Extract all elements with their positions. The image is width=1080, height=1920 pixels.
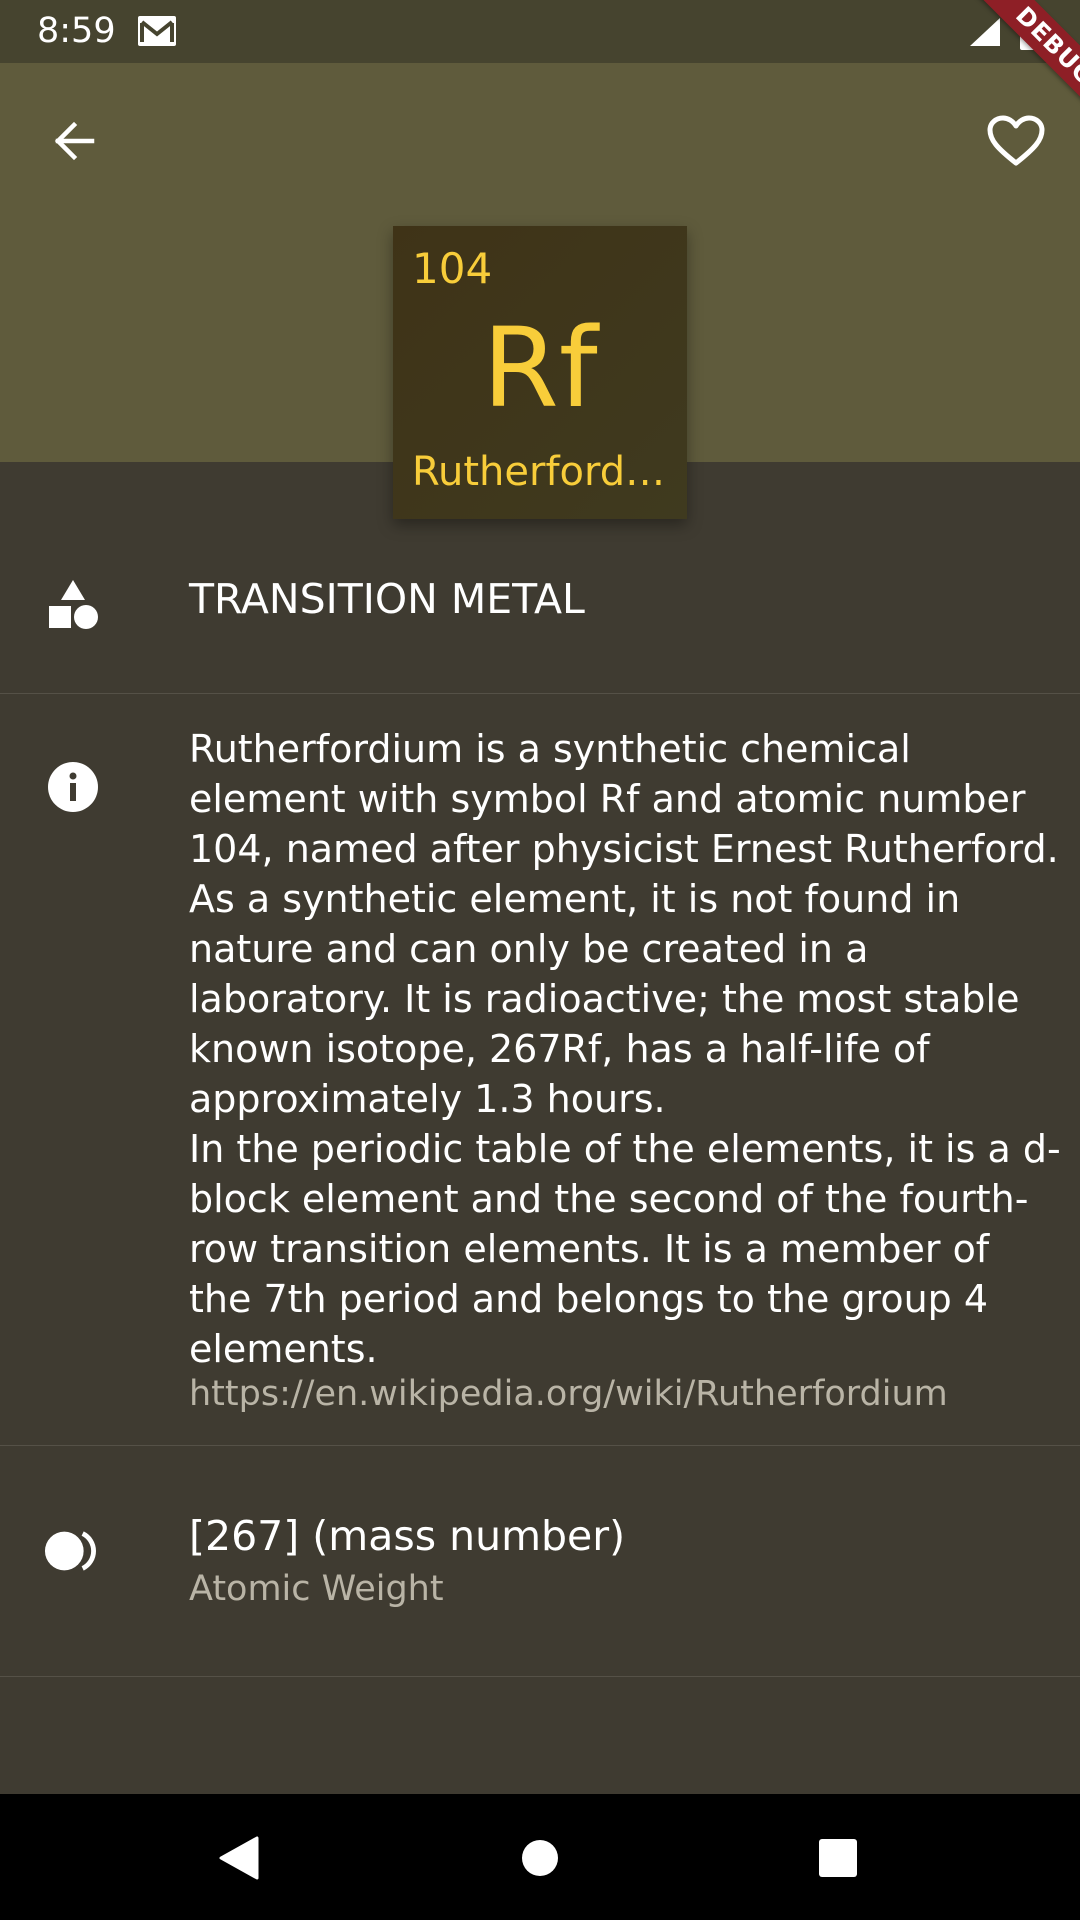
summary-line: approximately 1.3 hours.: [189, 1077, 666, 1121]
category-label: TRANSITION METAL: [189, 575, 585, 623]
summary-text: Rutherfordium is a synthetic chemical el…: [189, 724, 1061, 1374]
nav-back-icon: [219, 1836, 259, 1880]
element-tile: 104 Rf Rutherfordium: [393, 226, 687, 519]
nav-recents-icon: [819, 1839, 857, 1877]
back-button[interactable]: [36, 103, 112, 179]
atomic-weight-row: [267] (mass number) Atomic Weight: [0, 1446, 1080, 1677]
gmail-icon: [138, 16, 176, 46]
status-bar: 8:59: [0, 0, 1080, 63]
atomic-weight-value: [267] (mass number): [189, 1512, 626, 1560]
arrow-back-icon: [54, 121, 95, 161]
category-row: TRANSITION METAL: [0, 539, 1080, 694]
favorite-button[interactable]: [976, 101, 1056, 181]
summary-line: the 7th period and belongs to the group …: [189, 1277, 989, 1321]
summary-line: row transition elements. It is a member …: [189, 1227, 990, 1271]
summary-line: nature and can only be created in a: [189, 927, 869, 971]
summary-line: laboratory. It is radioactive; the most …: [189, 977, 1020, 1021]
summary-line: As a synthetic element, it is not found …: [189, 877, 961, 921]
summary-line: element with symbol Rf and atomic number: [189, 777, 1026, 821]
summary-line: elements.: [189, 1327, 378, 1371]
element-symbol: Rf: [482, 304, 598, 432]
summary-line: In the periodic table of the elements, i…: [189, 1127, 1061, 1171]
nav-home-button[interactable]: [500, 1818, 580, 1898]
info-icon: [44, 758, 102, 816]
summary-line: block element and the second of the four…: [189, 1177, 1029, 1221]
summary-row: Rutherfordium is a synthetic chemical el…: [0, 694, 1080, 1446]
source-link[interactable]: https://en.wikipedia.org/wiki/Rutherford…: [189, 1373, 948, 1415]
navigation-bar: [0, 1794, 1080, 1920]
status-time: 8:59: [37, 11, 116, 51]
atomic-number: 104: [412, 244, 493, 293]
atom-weight-icon: [44, 1522, 102, 1580]
atomic-weight-label: Atomic Weight: [189, 1569, 444, 1609]
heart-outline-icon: [987, 115, 1045, 166]
summary-line: 104, named after physicist Ernest Ruther…: [189, 827, 1059, 871]
shapes-icon: [44, 575, 102, 633]
summary-line: known isotope, 267Rf, has a half-life of: [189, 1027, 930, 1071]
summary-line: Rutherfordium is a synthetic chemical: [189, 727, 911, 771]
signal-icon: [970, 18, 1000, 46]
nav-recents-button[interactable]: [798, 1818, 878, 1898]
nav-back-button[interactable]: [199, 1818, 279, 1898]
element-name: Rutherfordium: [412, 449, 668, 495]
nav-home-icon: [522, 1840, 558, 1876]
